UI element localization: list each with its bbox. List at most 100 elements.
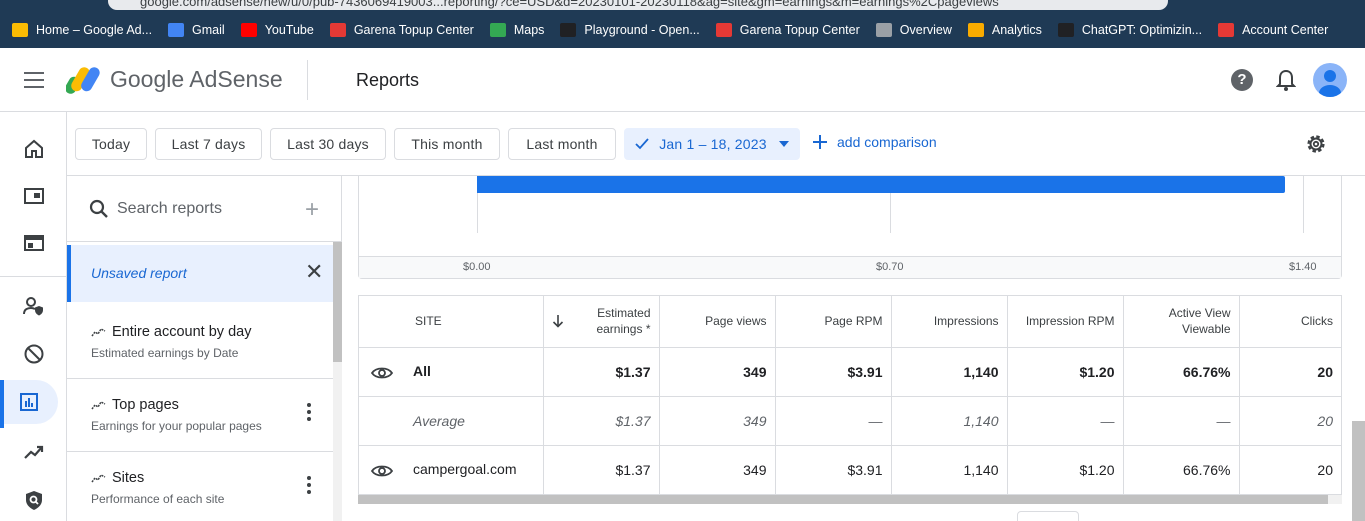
col-header-impression-rpm[interactable]: Impression RPM xyxy=(1007,296,1124,348)
chart-bar[interactable] xyxy=(477,176,1286,193)
bookmark-item[interactable]: Maps xyxy=(489,23,545,37)
col-header-site-label: SITE xyxy=(415,314,442,329)
cell-page-rpm: $3.91 xyxy=(775,445,892,495)
cell-active-view: 66.76% xyxy=(1123,347,1240,397)
table-row[interactable]: All $1.37 349 $3.91 1,140 $1.20 66.76% 20 xyxy=(359,347,1341,397)
chart-axis-band xyxy=(359,256,1341,278)
page-vscrollbar[interactable] xyxy=(1352,421,1365,521)
check-icon xyxy=(635,138,649,150)
google-drive-icon xyxy=(12,23,28,37)
rail-home[interactable] xyxy=(12,127,56,171)
openai-icon xyxy=(560,23,577,37)
rail-blocking-controls[interactable] xyxy=(12,332,56,376)
bookmark-label: Garena Topup Center xyxy=(739,23,860,37)
rail-policy-center[interactable] xyxy=(12,478,56,521)
trending-up-icon xyxy=(24,445,44,459)
rail-privacy-messaging[interactable] xyxy=(12,284,56,328)
sort-arrow-down-icon[interactable] xyxy=(552,314,564,328)
account-avatar[interactable] xyxy=(1313,63,1347,97)
reports-icon xyxy=(20,393,38,411)
cell-impression-rpm: $1.20 xyxy=(1007,445,1124,495)
rail-ads[interactable] xyxy=(12,174,56,218)
x-tick-label: $0.70 xyxy=(876,261,904,273)
notifications-bell-icon[interactable] xyxy=(1276,68,1296,92)
saved-report-item[interactable]: Entire account by day Estimated earnings … xyxy=(67,306,333,379)
bookmark-item[interactable]: Home – Google Ad... xyxy=(12,23,152,37)
close-icon[interactable]: ✕ xyxy=(305,259,323,285)
search-input[interactable]: Search reports xyxy=(117,200,222,218)
bookmark-item[interactable]: ChatGPT: Optimizin... xyxy=(1057,23,1202,37)
bookmark-label: YouTube xyxy=(264,23,314,37)
add-comparison-button[interactable]: add comparison xyxy=(813,134,937,150)
app-header: Google AdSense Reports ? xyxy=(0,48,1365,112)
visibility-eye-icon[interactable] xyxy=(371,366,393,380)
cell-impressions: 1,140 xyxy=(891,347,1008,397)
saved-report-item[interactable]: Top pages Earnings for your popular pages xyxy=(67,379,333,452)
more-vert-icon[interactable] xyxy=(307,403,313,423)
bookmark-item[interactable]: Account Center xyxy=(1218,23,1328,37)
help-icon[interactable]: ? xyxy=(1231,69,1253,91)
rail-sites[interactable] xyxy=(12,221,56,265)
col-header-impressions[interactable]: Impressions xyxy=(891,296,1008,348)
more-vert-icon[interactable] xyxy=(307,476,313,496)
settings-gear-icon[interactable] xyxy=(1304,132,1328,156)
chip-last-30-days[interactable]: Last 30 days xyxy=(270,128,386,160)
table-row[interactable]: Average $1.37 349—1,140— —20 xyxy=(359,396,1341,446)
rows-per-page-select[interactable] xyxy=(1017,511,1079,521)
browser-address-strip: google.com/adsense/new/u/0/pub-743606941… xyxy=(0,0,1365,12)
adsense-reports-window: google.com/adsense/new/u/0/pub-743606941… xyxy=(0,0,1365,521)
chip-today[interactable]: Today xyxy=(75,128,147,160)
col-header-clicks[interactable]: Clicks xyxy=(1239,296,1341,348)
report-subtitle: Earnings for your popular pages xyxy=(91,419,262,433)
bookmark-item[interactable]: Analytics xyxy=(967,23,1042,37)
cell-pageviews: 349 xyxy=(659,445,776,495)
bookmark-item[interactable]: Garena Topup Center xyxy=(329,23,474,37)
new-report-plus-icon[interactable]: + xyxy=(305,196,319,224)
table-row[interactable]: campergoal.com $1.37 349 $3.91 1,140 $1.20 66.… xyxy=(359,445,1341,495)
col-header-estimated-earnings[interactable]: Estimated earnings * xyxy=(543,296,660,348)
col-header-active-view-viewable[interactable]: Active View Viewable xyxy=(1123,296,1240,348)
table-hscrollbar[interactable] xyxy=(358,495,1328,504)
sparkline-icon xyxy=(91,401,106,410)
rail-reports[interactable] xyxy=(0,380,58,424)
caret-down-icon xyxy=(778,141,789,147)
site-name: All xyxy=(413,363,431,380)
cell-earnings: $1.37 xyxy=(543,445,660,495)
chip-this-month[interactable]: This month xyxy=(394,128,500,160)
search-icon xyxy=(89,199,108,218)
bookmark-label: Analytics xyxy=(991,23,1042,37)
bookmark-item[interactable]: YouTube xyxy=(240,23,314,37)
visibility-eye-icon[interactable] xyxy=(371,464,393,478)
saved-report-item[interactable]: Sites Performance of each site xyxy=(67,452,333,521)
cell-page-rpm: $3.91 xyxy=(775,347,892,397)
page-title: Reports xyxy=(356,70,420,90)
col-header-active-view-label: Active View Viewable xyxy=(1168,306,1231,337)
search-reports[interactable]: Search reports + xyxy=(67,176,342,242)
add-comparison-label: add comparison xyxy=(837,134,937,150)
sparkline-icon xyxy=(91,474,106,483)
bookmark-item[interactable]: Garena Topup Center xyxy=(715,23,860,37)
x-tick-label: $1.40 xyxy=(1289,261,1317,273)
bookmark-item[interactable]: Gmail xyxy=(168,23,225,37)
chart-gridline xyxy=(1303,176,1304,233)
col-header-site[interactable]: SITE xyxy=(359,296,544,348)
chip-last-month[interactable]: Last month xyxy=(508,128,616,160)
chip-last-7-days[interactable]: Last 7 days xyxy=(155,128,262,160)
plus-icon xyxy=(813,135,827,149)
rail-optimization[interactable] xyxy=(12,430,56,474)
bookmark-item[interactable]: Playground - Open... xyxy=(560,23,700,37)
analytics-icon xyxy=(967,23,984,37)
unsaved-report-item[interactable]: Unsaved report ✕ xyxy=(67,245,333,302)
col-header-page-rpm[interactable]: Page RPM xyxy=(775,296,892,348)
bookmark-label: Account Center xyxy=(1242,23,1329,37)
col-header-page-views[interactable]: Page views xyxy=(659,296,776,348)
cell-active-view: — xyxy=(1123,396,1240,446)
date-range-selector[interactable]: Jan 1 – 18, 2023 xyxy=(624,128,800,160)
cell-earnings: $1.37 xyxy=(543,396,660,446)
main-menu-icon[interactable] xyxy=(24,72,44,88)
home-icon xyxy=(25,139,43,158)
cell-clicks: 20 xyxy=(1239,347,1341,397)
sidebar-scrollbar[interactable] xyxy=(333,242,342,362)
bookmark-label: Maps xyxy=(513,23,545,37)
bookmark-item[interactable]: Overview xyxy=(875,23,952,37)
